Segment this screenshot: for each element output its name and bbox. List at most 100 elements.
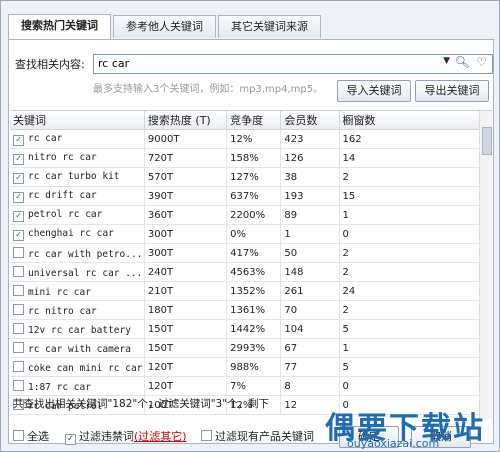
- table-row[interactable]: coke can mini rc car 120T 988% 77 5: [10, 357, 481, 377]
- search-input[interactable]: [94, 55, 432, 71]
- keyword-text: rc car: [28, 132, 63, 144]
- row-checkbox[interactable]: [13, 246, 24, 258]
- heat-cell: 120T: [144, 376, 228, 396]
- filter-banned-checkbox[interactable]: ✓: [65, 434, 76, 445]
- table-row[interactable]: 12v rc car battery 150T 1442% 104 5: [10, 319, 481, 339]
- members-cell: 77: [280, 357, 340, 377]
- tab-reference-keywords[interactable]: 参考他人关键词: [113, 15, 216, 38]
- filter-existing-checkbox[interactable]: [201, 430, 212, 441]
- heat-cell: 120T: [144, 357, 228, 377]
- import-keywords-button[interactable]: 导入关键词: [337, 80, 411, 102]
- members-cell: 70: [280, 300, 340, 320]
- heat-cell: 360T: [144, 205, 228, 225]
- heat-cell: 720T: [144, 148, 228, 168]
- keyword-cell: rc car with camera: [10, 338, 145, 358]
- row-checkbox[interactable]: [13, 322, 24, 334]
- table-row[interactable]: ✓ rc car 9000T 12% 423 162: [10, 129, 481, 149]
- keyword-text: 12v rc car battery: [28, 324, 131, 336]
- members-cell: 261: [280, 281, 340, 301]
- members-cell: 148: [280, 262, 340, 282]
- table-row[interactable]: mini rc car 210T 1352% 261 24: [10, 281, 481, 301]
- row-checkbox[interactable]: [13, 341, 24, 353]
- row-checkbox[interactable]: [13, 303, 24, 315]
- heart-icon[interactable]: ♡: [476, 55, 487, 69]
- keyword-text: nitro rc car: [28, 151, 97, 163]
- heat-cell: 390T: [144, 186, 228, 206]
- export-keywords-button[interactable]: 导出关键词: [415, 80, 489, 102]
- row-checkbox[interactable]: [13, 360, 24, 372]
- row-checkbox[interactable]: ✓: [13, 229, 24, 241]
- row-checkbox[interactable]: [13, 284, 24, 296]
- tab-panel: 查找相关内容: ▼ 🔍︎ ♡ 最多支持输入3个关键词，例如：mp3,mp4,mp…: [8, 39, 494, 448]
- competition-cell: 637%: [226, 186, 282, 206]
- competition-cell: 158%: [226, 148, 282, 168]
- search-icon[interactable]: 🔍︎: [455, 55, 470, 69]
- tab-hot-keywords[interactable]: 搜索热门关键词: [8, 14, 111, 39]
- col-windows[interactable]: 橱窗数: [339, 111, 481, 130]
- windows-cell: 24: [339, 281, 481, 301]
- competition-cell: 4563%: [226, 262, 282, 282]
- filter-banned-option[interactable]: ✓ 过滤违禁词(过滤其它): [65, 428, 187, 445]
- windows-cell: 5: [339, 319, 481, 339]
- vertical-scrollbar[interactable]: [479, 111, 492, 419]
- table-row[interactable]: ✓ chenghai rc car 300T 0% 1 0: [10, 224, 481, 244]
- competition-cell: 2200%: [226, 205, 282, 225]
- table-row[interactable]: rc nitro car 180T 1361% 70 2: [10, 300, 481, 320]
- col-competition[interactable]: 竞争度: [226, 111, 282, 130]
- table-row[interactable]: 1:87 rc car 120T 7% 8 0: [10, 376, 481, 396]
- competition-cell: 1361%: [226, 300, 282, 320]
- table-row[interactable]: rc car with petro... 300T 417% 50 2: [10, 243, 481, 263]
- heat-cell: 180T: [144, 300, 228, 320]
- row-checkbox[interactable]: ✓: [13, 134, 24, 146]
- table-row[interactable]: rc car with camera 150T 2993% 67 1: [10, 338, 481, 358]
- keyword-text: rc drift car: [28, 189, 97, 201]
- table-row[interactable]: ✓ petrol rc car 360T 2200% 89 1: [10, 205, 481, 225]
- windows-cell: 15: [339, 186, 481, 206]
- row-checkbox[interactable]: [13, 265, 24, 277]
- filter-existing-option[interactable]: 过滤现有产品关键词: [201, 428, 314, 444]
- search-combo[interactable]: ▼ 🔍︎ ♡: [93, 54, 493, 74]
- heat-cell: 300T: [144, 224, 228, 244]
- col-members[interactable]: 会员数: [280, 111, 340, 130]
- row-checkbox[interactable]: ✓: [13, 172, 24, 184]
- col-keyword[interactable]: 关键词: [10, 111, 145, 130]
- scrollbar-thumb[interactable]: [482, 127, 492, 155]
- windows-cell: 2: [339, 243, 481, 263]
- table-row[interactable]: ✓ nitro rc car 720T 158% 126 14: [10, 148, 481, 168]
- heat-cell: 300T: [144, 243, 228, 263]
- keyword-text: coke can mini rc car: [28, 362, 143, 374]
- col-heat[interactable]: 搜索热度 (T): [144, 111, 228, 130]
- keyword-text: 1:87 rc car: [28, 381, 91, 393]
- windows-cell: 162: [339, 129, 481, 149]
- search-row: 查找相关内容: ▼ 🔍︎ ♡: [15, 54, 493, 74]
- select-all-option[interactable]: 全选: [13, 428, 49, 444]
- row-checkbox[interactable]: [13, 379, 24, 391]
- keyword-dialog: 搜索热门关键词 参考他人关键词 其它关键词来源 查找相关内容: ▼ 🔍︎ ♡ 最…: [0, 0, 500, 452]
- competition-cell: 12%: [226, 129, 282, 149]
- select-all-checkbox[interactable]: [13, 430, 24, 441]
- windows-cell: 0: [339, 224, 481, 244]
- status-text: 共查找出相关关键词"182"个，过滤关键词"3"个，剩下: [13, 398, 270, 410]
- members-cell: 1: [280, 224, 340, 244]
- keyword-cell: ✓ chenghai rc car: [10, 224, 145, 244]
- row-checkbox[interactable]: ✓: [13, 210, 24, 222]
- filter-other-link[interactable]: (过滤其它): [134, 430, 187, 443]
- windows-cell: 1: [339, 338, 481, 358]
- members-cell: 126: [280, 148, 340, 168]
- competition-cell: 417%: [226, 243, 282, 263]
- dropdown-arrow-icon[interactable]: ▼: [443, 56, 450, 66]
- keyword-cell: universal rc car ...: [10, 262, 145, 282]
- keyword-text: petrol rc car: [28, 208, 103, 220]
- competition-cell: 1442%: [226, 319, 282, 339]
- search-label: 查找相关内容:: [15, 58, 85, 71]
- table-row[interactable]: ✓ rc car turbo kit 570T 127% 38 2: [10, 167, 481, 187]
- row-checkbox[interactable]: ✓: [13, 191, 24, 203]
- table-row[interactable]: ✓ rc drift car 390T 637% 193 15: [10, 186, 481, 206]
- row-checkbox[interactable]: ✓: [13, 153, 24, 165]
- keyword-table: 关键词 搜索热度 (T) 竞争度 会员数 橱窗数 ✓ rc car 9000T 12%…: [10, 110, 492, 419]
- table-row[interactable]: universal rc car ... 240T 4563% 148 2: [10, 262, 481, 282]
- members-cell: 38: [280, 167, 340, 187]
- keyword-cell: ✓ nitro rc car: [10, 148, 145, 168]
- tab-other-sources[interactable]: 其它关键词来源: [218, 15, 321, 38]
- keyword-text: mini rc car: [28, 286, 91, 298]
